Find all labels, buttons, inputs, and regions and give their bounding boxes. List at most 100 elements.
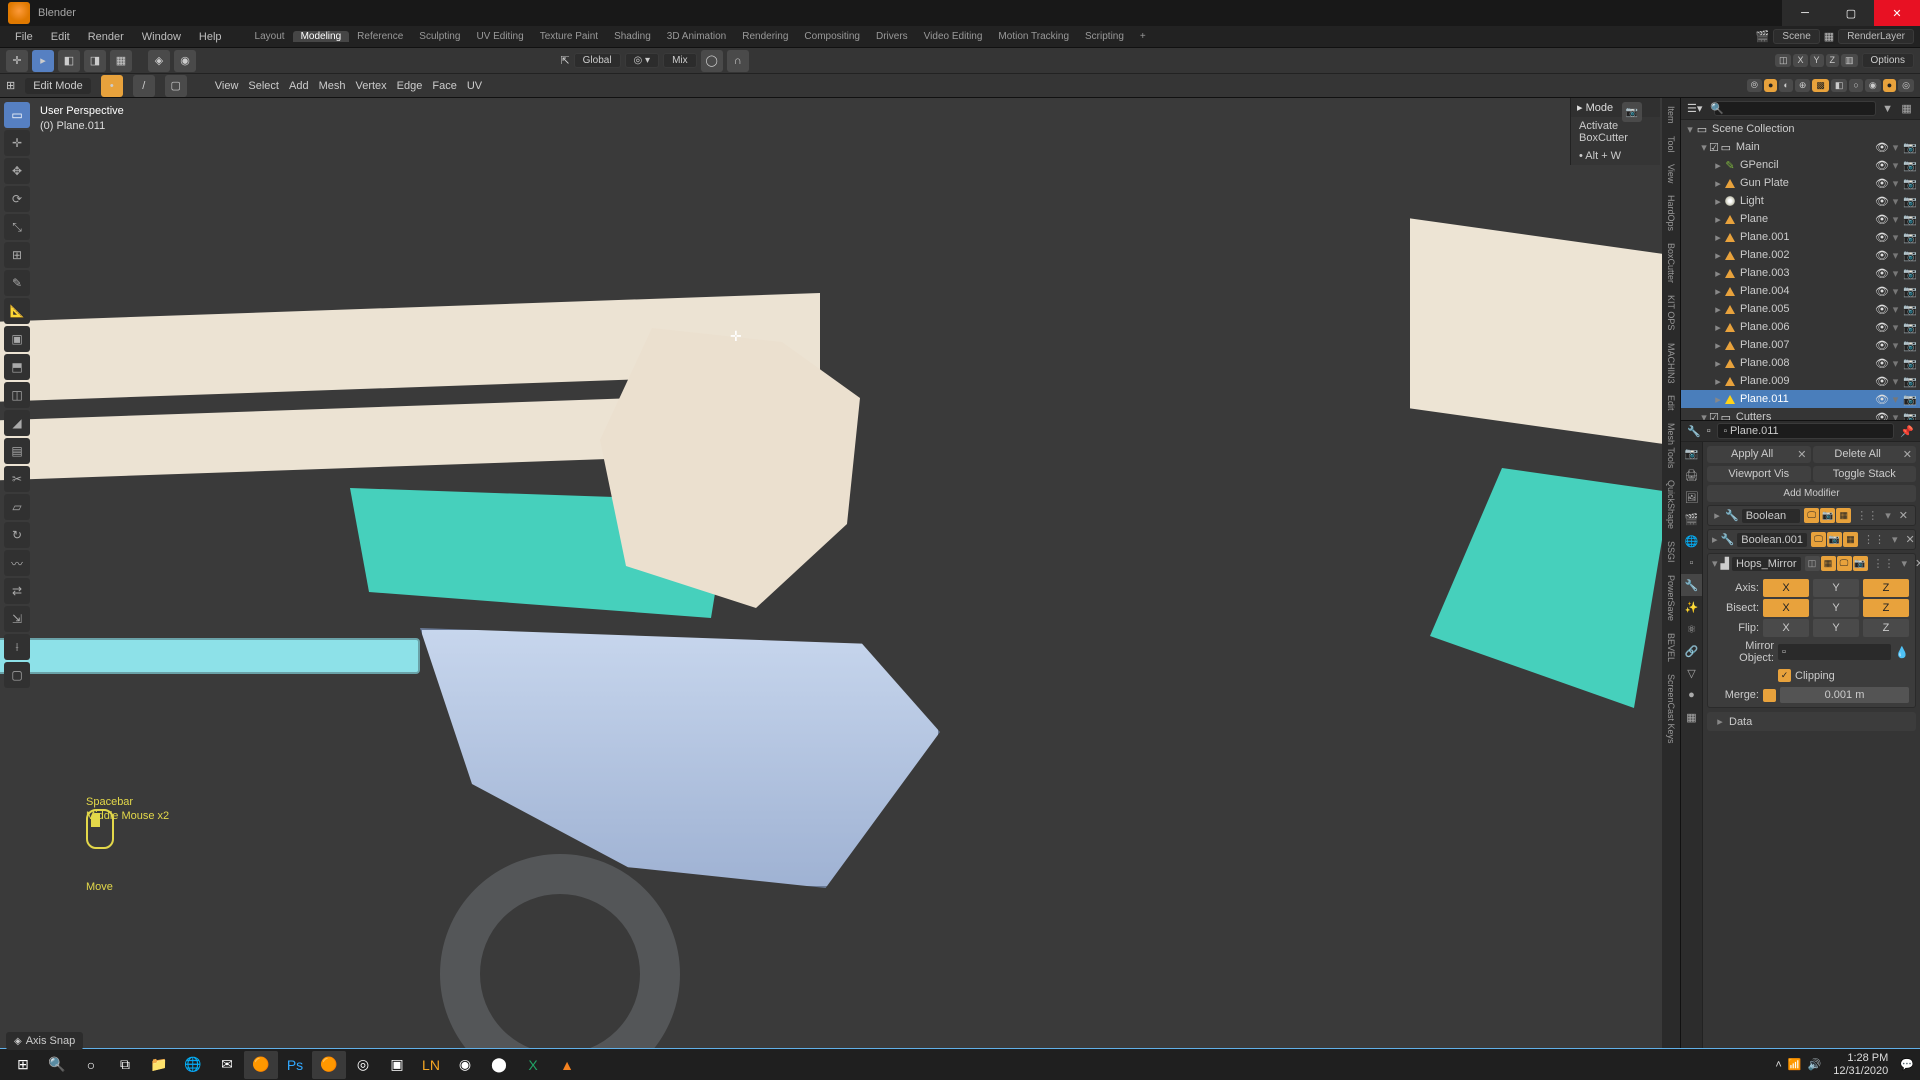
data-section[interactable]: ▸Data bbox=[1707, 712, 1916, 731]
rip-tool[interactable]: ⟊ bbox=[4, 634, 30, 660]
annotate-tool[interactable]: ✎ bbox=[4, 270, 30, 296]
workspace-compositing[interactable]: Compositing bbox=[796, 31, 868, 42]
overlay-pill-1[interactable]: ◫ bbox=[1775, 54, 1792, 67]
add-modifier-button[interactable]: Add Modifier bbox=[1707, 485, 1916, 502]
face-menu[interactable]: Face bbox=[432, 80, 456, 92]
options-dropdown[interactable]: Options bbox=[1862, 53, 1914, 68]
shading-wire-icon[interactable]: ⦾ bbox=[1747, 79, 1762, 92]
shade-1-icon[interactable]: ○ bbox=[1849, 79, 1862, 92]
shrink-tool[interactable]: ⇲ bbox=[4, 606, 30, 632]
pin-icon[interactable]: 📌 bbox=[1900, 425, 1914, 438]
mod-edit-icon[interactable]: ▦ bbox=[1836, 508, 1851, 523]
tab-quickshape[interactable]: QuickShape bbox=[1666, 476, 1676, 533]
tab-powersave[interactable]: PowerSave bbox=[1666, 571, 1676, 625]
polybuild-tool[interactable]: ▱ bbox=[4, 494, 30, 520]
tab-boxcutter[interactable]: BoxCutter bbox=[1666, 239, 1676, 287]
axis-z-button[interactable]: Z bbox=[1863, 579, 1909, 597]
boxcutter-tool[interactable]: ▢ bbox=[4, 662, 30, 688]
vlc-icon[interactable]: ▲ bbox=[550, 1051, 584, 1079]
pureref-icon[interactable]: ◎ bbox=[346, 1051, 380, 1079]
properties-breadcrumb[interactable]: ▫ Plane.011 bbox=[1717, 423, 1895, 439]
workspace-sculpting[interactable]: Sculpting bbox=[411, 31, 468, 42]
pivot-dropdown[interactable]: ◎ ▾ bbox=[625, 53, 660, 68]
mod-delete-icon[interactable]: ✕ bbox=[1903, 533, 1918, 546]
mod-realtime-icon[interactable]: 🖵 bbox=[1837, 556, 1852, 571]
loopcut-tool[interactable]: ▤ bbox=[4, 438, 30, 464]
npanel-activate-boxcutter[interactable]: Activate BoxCutter bbox=[1571, 117, 1660, 147]
menu-help[interactable]: Help bbox=[190, 31, 231, 43]
workspace-3danim[interactable]: 3D Animation bbox=[659, 31, 734, 42]
workspace-video[interactable]: Video Editing bbox=[916, 31, 991, 42]
workspace-reference[interactable]: Reference bbox=[349, 31, 411, 42]
add-cube-tool[interactable]: ▣ bbox=[4, 326, 30, 352]
ptab-output[interactable]: 🖨 bbox=[1681, 464, 1702, 486]
vertex-menu[interactable]: Vertex bbox=[355, 80, 386, 92]
new-collection-icon[interactable]: ▦ bbox=[1899, 101, 1914, 117]
select-menu[interactable]: Select bbox=[248, 80, 279, 92]
bisect-y-button[interactable]: Y bbox=[1813, 599, 1859, 617]
edge-menu[interactable]: Edge bbox=[397, 80, 423, 92]
overlay-pill-2[interactable]: X bbox=[1793, 54, 1807, 67]
ptab-world[interactable]: 🌐 bbox=[1681, 530, 1702, 552]
tray-sound-icon[interactable]: 🔊 bbox=[1808, 1058, 1822, 1071]
cortana-button[interactable]: ○ bbox=[74, 1051, 108, 1079]
apply-all-button[interactable]: Apply All✕ bbox=[1707, 446, 1811, 463]
menu-window[interactable]: Window bbox=[133, 31, 190, 43]
mod-menu-icon[interactable]: ⋮⋮ bbox=[1854, 509, 1880, 522]
magnet-icon[interactable]: ∩ bbox=[727, 50, 749, 72]
tab-meshtools[interactable]: Mesh Tools bbox=[1666, 419, 1676, 472]
axis-y-button[interactable]: Y bbox=[1813, 579, 1859, 597]
chrome-icon[interactable]: ◉ bbox=[448, 1051, 482, 1079]
merge-value-field[interactable]: 0.001 m bbox=[1780, 687, 1909, 703]
overlay-pill-3[interactable]: Y bbox=[1810, 54, 1824, 67]
tab-view[interactable]: View bbox=[1666, 160, 1676, 187]
outliner-row[interactable]: ▸Gun Plate👁▾📷 bbox=[1681, 174, 1920, 192]
blender-taskbar-icon[interactable]: 🟠 bbox=[244, 1051, 278, 1079]
expand-toggle[interactable]: ▸ bbox=[1712, 533, 1718, 546]
mod-oncage-icon[interactable]: ◫ bbox=[1805, 556, 1820, 571]
notifications-icon[interactable]: 💬 bbox=[1900, 1058, 1914, 1071]
tool-opt-4[interactable]: ◈ bbox=[148, 50, 170, 72]
bisect-z-button[interactable]: Z bbox=[1863, 599, 1909, 617]
modifier-name[interactable]: Boolean.001 bbox=[1737, 533, 1807, 547]
vp-camera-icon[interactable]: 📷 bbox=[1622, 102, 1642, 122]
outliner-row[interactable]: ▸Plane.002👁▾📷 bbox=[1681, 246, 1920, 264]
overlay-pill-5[interactable]: ▥ bbox=[1841, 54, 1858, 67]
mod-delete-icon[interactable]: ✕ bbox=[1912, 557, 1920, 570]
mod-render-icon[interactable]: 📷 bbox=[1827, 532, 1842, 547]
menu-render[interactable]: Render bbox=[79, 31, 133, 43]
tool-opt-2[interactable]: ◨ bbox=[84, 50, 106, 72]
select-box-tool[interactable]: ▭ bbox=[4, 102, 30, 128]
shading-matprev-icon[interactable]: ◐ bbox=[1779, 79, 1792, 92]
outliner-row[interactable]: ▸Plane.004👁▾📷 bbox=[1681, 282, 1920, 300]
workspace-rendering[interactable]: Rendering bbox=[734, 31, 796, 42]
edge-select-icon[interactable]: / bbox=[133, 75, 155, 97]
outliner-row[interactable]: ▸Plane.009👁▾📷 bbox=[1681, 372, 1920, 390]
mod-menu-icon[interactable]: ⋮⋮ bbox=[1861, 533, 1887, 546]
ptab-texture[interactable]: ▦ bbox=[1681, 706, 1702, 728]
close-button[interactable]: ✕ bbox=[1874, 0, 1920, 26]
edgeslide-tool[interactable]: ⇄ bbox=[4, 578, 30, 604]
snap-dropdown[interactable]: Mix bbox=[663, 53, 697, 68]
inset-tool[interactable]: ◫ bbox=[4, 382, 30, 408]
mod-menu-icon[interactable]: ⋮⋮ bbox=[1871, 557, 1897, 570]
shade-4-icon[interactable]: ◎ bbox=[1898, 79, 1914, 92]
expand-toggle[interactable]: ▸ bbox=[1712, 509, 1722, 522]
modifier-name[interactable]: Hops_Mirror bbox=[1732, 557, 1801, 571]
expand-toggle[interactable]: ▾ bbox=[1712, 557, 1718, 570]
excel-icon[interactable]: X bbox=[516, 1051, 550, 1079]
3d-viewport[interactable]: ✛ ▭ ✛ ✥ ⟳ ⤡ ⊞ ✎ 📐 ▣ ⬒ ◫ ◢ ▤ ✂ ▱ ↻ 〰 ⇄ ⇲ … bbox=[0, 98, 1680, 1054]
edge-icon[interactable]: 🌐 bbox=[176, 1051, 210, 1079]
tab-bevel[interactable]: BEVEL bbox=[1666, 629, 1676, 666]
workspace-tracking[interactable]: Motion Tracking bbox=[990, 31, 1077, 42]
outliner-row[interactable]: ▸✎GPencil👁▾📷 bbox=[1681, 156, 1920, 174]
flip-x-button[interactable]: X bbox=[1763, 619, 1809, 637]
toggle-stack-button[interactable]: Toggle Stack bbox=[1813, 466, 1917, 482]
ptab-scene[interactable]: 🎬 bbox=[1681, 508, 1702, 530]
outliner-row[interactable]: ▸Plane.007👁▾📷 bbox=[1681, 336, 1920, 354]
outliner-row[interactable]: ▾☑▭Main👁▾📷 bbox=[1681, 138, 1920, 156]
mod-render-icon[interactable]: 📷 bbox=[1853, 556, 1868, 571]
tray-wifi-icon[interactable]: 📶 bbox=[1788, 1058, 1802, 1071]
mod-extra-icon[interactable]: ▾ bbox=[1883, 509, 1893, 522]
minimize-button[interactable]: ─ bbox=[1782, 0, 1828, 26]
